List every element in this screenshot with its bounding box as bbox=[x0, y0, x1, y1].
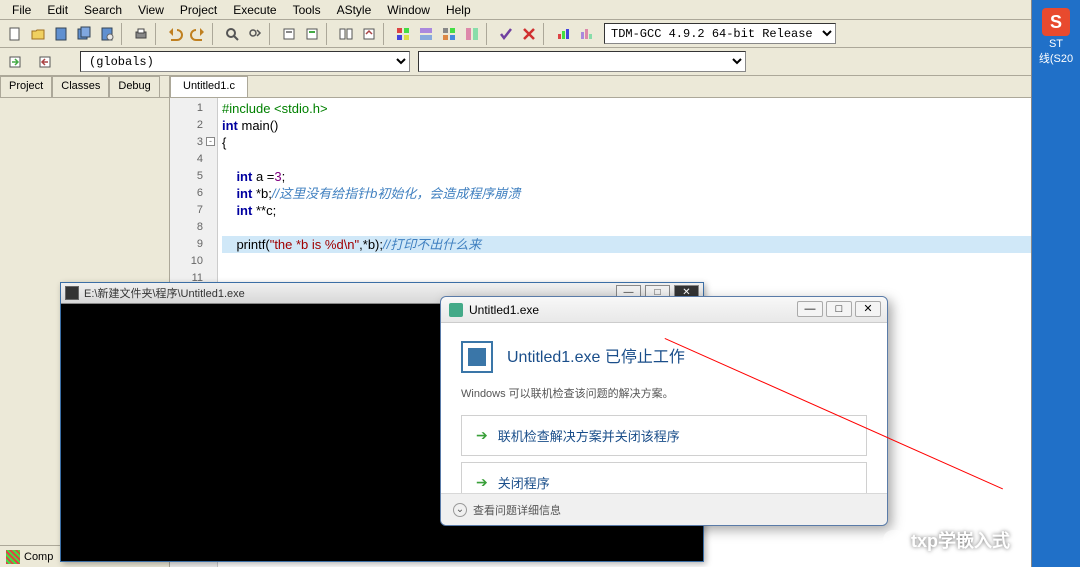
linenum: 6 bbox=[170, 185, 217, 202]
compiler-tab-icon bbox=[6, 550, 20, 564]
menu-window[interactable]: Window bbox=[379, 1, 438, 19]
grid3-icon[interactable] bbox=[438, 23, 460, 45]
find-icon[interactable] bbox=[221, 23, 243, 45]
linenum: 10 bbox=[170, 253, 217, 270]
compiler-tab[interactable]: Comp bbox=[24, 551, 53, 563]
menu-edit[interactable]: Edit bbox=[39, 1, 76, 19]
tab-classes[interactable]: Classes bbox=[52, 76, 109, 97]
grid1-icon[interactable] bbox=[392, 23, 414, 45]
run-icon[interactable] bbox=[301, 23, 323, 45]
rebuild-icon[interactable] bbox=[358, 23, 380, 45]
tab-debug[interactable]: Debug bbox=[109, 76, 159, 97]
dialog-maximize-icon[interactable]: □ bbox=[826, 301, 852, 317]
dialog-minimize-icon[interactable]: — bbox=[797, 301, 823, 317]
menu-execute[interactable]: Execute bbox=[225, 1, 284, 19]
print-icon[interactable] bbox=[130, 23, 152, 45]
compile-icon[interactable] bbox=[278, 23, 300, 45]
dialog-titlebar[interactable]: Untitled1.exe — □ ✕ bbox=[441, 297, 887, 323]
members-select[interactable] bbox=[418, 51, 746, 72]
compile-run-icon[interactable] bbox=[335, 23, 357, 45]
console-title-text: E:\新建文件夹\程序\Untitled1.exe bbox=[84, 285, 245, 301]
dialog-app-icon bbox=[449, 303, 463, 317]
linenum: 2 bbox=[170, 117, 217, 134]
linenum: 4 bbox=[170, 151, 217, 168]
opt1-label: 联机检查解决方案并关闭该程序 bbox=[498, 426, 680, 445]
menu-file[interactable]: File bbox=[4, 1, 39, 19]
back-icon[interactable] bbox=[34, 51, 56, 73]
fold-icon[interactable]: - bbox=[206, 137, 215, 146]
tab-project[interactable]: Project bbox=[0, 76, 52, 97]
error-dialog: Untitled1.exe — □ ✕ Untitled1.exe 已停止工作 … bbox=[440, 296, 888, 526]
dialog-title-text: Untitled1.exe bbox=[469, 303, 539, 317]
linenum: 3- bbox=[170, 134, 217, 151]
chart1-icon[interactable] bbox=[552, 23, 574, 45]
view-details-label: 查看问题详细信息 bbox=[473, 502, 561, 518]
new-file-icon[interactable] bbox=[4, 23, 26, 45]
save-as-icon[interactable] bbox=[96, 23, 118, 45]
save-all-icon[interactable] bbox=[73, 23, 95, 45]
save-icon[interactable] bbox=[50, 23, 72, 45]
replace-icon[interactable] bbox=[244, 23, 266, 45]
undo-icon[interactable] bbox=[164, 23, 186, 45]
chevron-down-icon: ⌄ bbox=[453, 503, 467, 517]
console-icon bbox=[65, 286, 79, 300]
side-label2: 线(S20 bbox=[1032, 50, 1080, 66]
chart2-icon[interactable] bbox=[575, 23, 597, 45]
globals-select[interactable]: (globals) bbox=[80, 51, 410, 72]
wechat-icon bbox=[883, 530, 907, 550]
linenum: 7 bbox=[170, 202, 217, 219]
grid4-icon[interactable] bbox=[461, 23, 483, 45]
open-icon[interactable] bbox=[27, 23, 49, 45]
check-online-button[interactable]: ➔ 联机检查解决方案并关闭该程序 bbox=[461, 415, 867, 456]
opt2-label: 关闭程序 bbox=[498, 473, 550, 492]
toolbar-main: TDM-GCC 4.9.2 64-bit Release bbox=[0, 20, 1031, 48]
compiler-select[interactable]: TDM-GCC 4.9.2 64-bit Release bbox=[604, 23, 836, 44]
bottom-tabs: Comp bbox=[0, 545, 60, 567]
editor-tabs: Untitled1.c bbox=[170, 76, 1031, 98]
menubar: File Edit Search View Project Execute To… bbox=[0, 0, 1031, 20]
dialog-footer[interactable]: ⌄ 查看问题详细信息 bbox=[441, 493, 887, 525]
goto-icon[interactable] bbox=[4, 51, 26, 73]
grid2-icon[interactable] bbox=[415, 23, 437, 45]
side-label1: ST bbox=[1032, 38, 1080, 50]
menu-project[interactable]: Project bbox=[172, 1, 225, 19]
menu-tools[interactable]: Tools bbox=[285, 1, 329, 19]
sogou-icon[interactable]: S bbox=[1042, 8, 1070, 36]
arrow-icon: ➔ bbox=[476, 474, 488, 491]
linenum: 9 bbox=[170, 236, 217, 253]
redo-icon[interactable] bbox=[187, 23, 209, 45]
dialog-subtext: Windows 可以联机检查该问题的解决方案。 bbox=[461, 385, 867, 401]
watermark-text: txp学嵌入式 bbox=[911, 527, 1010, 553]
dialog-close-icon[interactable]: ✕ bbox=[855, 301, 881, 317]
toolbar-scope: (globals) bbox=[0, 48, 1031, 76]
right-os-sidebar: S ST 线(S20 bbox=[1032, 0, 1080, 567]
delete-icon[interactable] bbox=[518, 23, 540, 45]
stopped-working-icon bbox=[461, 341, 493, 373]
dialog-heading: Untitled1.exe 已停止工作 bbox=[507, 343, 685, 367]
menu-help[interactable]: Help bbox=[438, 1, 479, 19]
linenum: 8 bbox=[170, 219, 217, 236]
linenum: 5 bbox=[170, 168, 217, 185]
menu-astyle[interactable]: AStyle bbox=[329, 1, 380, 19]
left-tabs: Project Classes Debug bbox=[0, 76, 169, 98]
arrow-icon: ➔ bbox=[476, 427, 488, 444]
check-icon[interactable] bbox=[495, 23, 517, 45]
editor-tab-file[interactable]: Untitled1.c bbox=[170, 76, 248, 97]
menu-search[interactable]: Search bbox=[76, 1, 130, 19]
linenum: 1 bbox=[170, 100, 217, 117]
watermark: txp学嵌入式 bbox=[883, 527, 1010, 553]
menu-view[interactable]: View bbox=[130, 1, 172, 19]
